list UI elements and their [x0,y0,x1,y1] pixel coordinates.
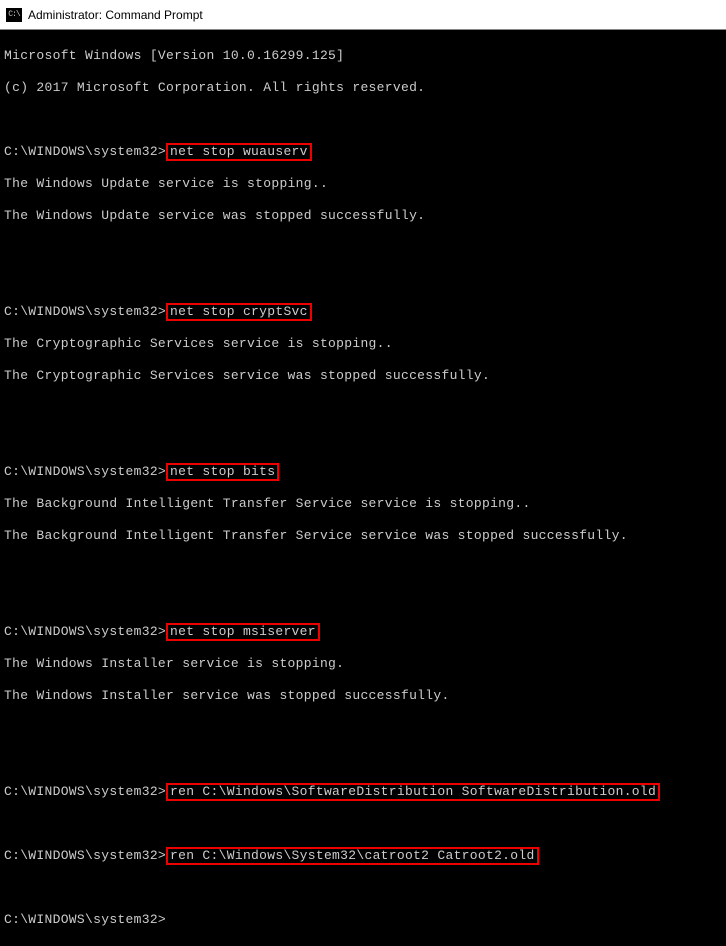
blank-line [4,240,722,256]
blank-line [4,272,722,288]
command-highlight: ren C:\Windows\System32\catroot2 Catroot… [166,847,539,865]
cmd-line: C:\WINDOWS\system32>ren C:\Windows\Softw… [4,784,722,800]
output-line: The Windows Installer service was stoppe… [4,688,722,704]
command-highlight: net stop msiserver [166,623,320,641]
output-line: The Background Intelligent Transfer Serv… [4,528,722,544]
blank-line [4,816,722,832]
cmd-line: C:\WINDOWS\system32>net stop wuauserv [4,144,722,160]
output-line: The Windows Installer service is stoppin… [4,656,722,672]
blank-line [4,592,722,608]
blank-line [4,432,722,448]
terminal-output[interactable]: Microsoft Windows [Version 10.0.16299.12… [0,30,726,946]
blank-line [4,112,722,128]
output-line: The Cryptographic Services service is st… [4,336,722,352]
blank-line [4,560,722,576]
output-line: The Windows Update service is stopping.. [4,176,722,192]
copyright-line: (c) 2017 Microsoft Corporation. All righ… [4,80,722,96]
command-highlight: ren C:\Windows\SoftwareDistribution Soft… [166,783,660,801]
blank-line [4,752,722,768]
prompt: C:\WINDOWS\system32> [4,784,166,799]
prompt: C:\WINDOWS\system32> [4,848,166,863]
cmd-line: C:\WINDOWS\system32>net stop bits [4,464,722,480]
cmd-line: C:\WINDOWS\system32>net stop msiserver [4,624,722,640]
blank-line [4,720,722,736]
output-line: The Background Intelligent Transfer Serv… [4,496,722,512]
cmd-line: C:\WINDOWS\system32>ren C:\Windows\Syste… [4,848,722,864]
prompt: C:\WINDOWS\system32> [4,144,166,159]
blank-line [4,880,722,896]
output-line: The Cryptographic Services service was s… [4,368,722,384]
prompt: C:\WINDOWS\system32> [4,624,166,639]
header-line: Microsoft Windows [Version 10.0.16299.12… [4,48,722,64]
blank-line [4,400,722,416]
output-line: The Windows Update service was stopped s… [4,208,722,224]
command-highlight: net stop cryptSvc [166,303,312,321]
prompt: C:\WINDOWS\system32> [4,912,166,927]
window-title: Administrator: Command Prompt [28,8,203,22]
prompt: C:\WINDOWS\system32> [4,304,166,319]
cmd-line: C:\WINDOWS\system32> [4,912,722,928]
cmd-line: C:\WINDOWS\system32>net stop cryptSvc [4,304,722,320]
cmd-icon: C:\ [6,8,22,22]
command-highlight: net stop wuauserv [166,143,312,161]
command-highlight: net stop bits [166,463,279,481]
window-titlebar[interactable]: C:\ Administrator: Command Prompt [0,0,726,30]
prompt: C:\WINDOWS\system32> [4,464,166,479]
